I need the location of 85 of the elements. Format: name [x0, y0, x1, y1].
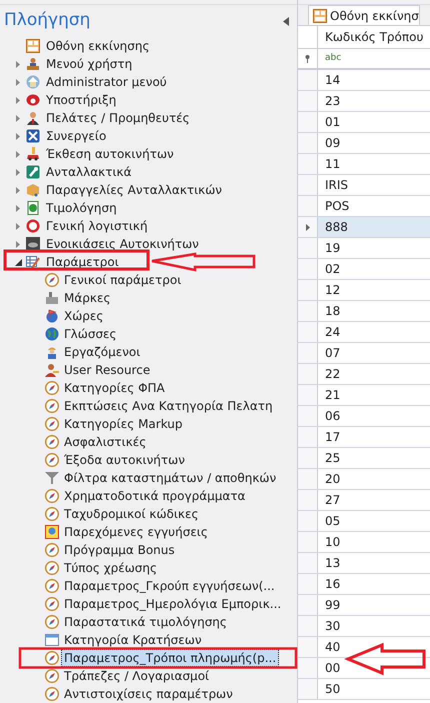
- phone-icon: [26, 93, 40, 107]
- tree-item[interactable]: Administrator μενού: [43, 73, 170, 91]
- compass-icon: [45, 543, 59, 557]
- car-thumbnail-icon: [26, 237, 40, 251]
- tree-item[interactable]: Τράπεζες / Λογαριασμοί: [61, 667, 212, 685]
- wrench-icon: [26, 165, 40, 179]
- compass-icon: [45, 435, 59, 449]
- compass-icon: [45, 669, 59, 683]
- collapse-arrow-icon[interactable]: [13, 257, 23, 267]
- house-icon: [26, 75, 40, 89]
- tree-item[interactable]: Φίλτρα καταστημάτων / αποθηκών: [61, 469, 280, 487]
- compass-icon: [45, 651, 59, 665]
- pin-icon: [305, 54, 310, 62]
- row-header[interactable]: [298, 217, 318, 237]
- panel-title: Πλοήγηση: [4, 9, 90, 32]
- table-cell[interactable]: 888: [318, 217, 430, 237]
- tree-item[interactable]: Κατηγορίες ΦΠΑ: [61, 379, 168, 397]
- compass-icon: [45, 273, 59, 287]
- tree-item[interactable]: Ασφαλιστικές: [61, 433, 150, 451]
- box-cart-icon: [26, 183, 40, 197]
- tree-item[interactable]: Οθόνη εκκίνησης: [43, 37, 153, 55]
- gl-badge-icon: [26, 219, 40, 233]
- compass-icon: [45, 381, 59, 395]
- dollar-icon: [26, 201, 40, 215]
- collapse-icon[interactable]: [283, 16, 289, 26]
- tree-item[interactable]: Συνεργείο: [43, 127, 110, 145]
- compass-icon: [45, 507, 59, 521]
- window-icon: [45, 633, 59, 647]
- tree-item[interactable]: Γενικοί παράμετροι: [61, 271, 184, 289]
- compass-icon: [45, 453, 59, 467]
- compass-icon: [45, 615, 59, 629]
- compass-icon: [45, 399, 59, 413]
- user-key-icon: [45, 363, 59, 377]
- globe-flag-icon: [45, 309, 59, 323]
- tree-item[interactable]: Παραστατικά τιμολόγησης: [61, 613, 230, 631]
- tree-item[interactable]: Μενού χρήστη: [43, 55, 136, 73]
- tree-item[interactable]: Παραμετρος_Τρόποι πληρωμής(p...: [61, 649, 280, 667]
- tree-item[interactable]: User Resource: [61, 361, 154, 379]
- document-tab[interactable]: Οθόνη εκκίνησ: [308, 5, 420, 25]
- compass-icon: [45, 561, 59, 575]
- tree-item[interactable]: Έκθεση αυτοκινήτων: [43, 145, 177, 163]
- tree-item[interactable]: Υποστήριξη: [43, 91, 120, 109]
- funnel-icon: [45, 471, 59, 485]
- tree-item[interactable]: Παρεχόμενες εγγυήσεις: [61, 523, 211, 541]
- table-pencil-icon: [26, 255, 40, 269]
- tree-item[interactable]: Γλώσσες: [61, 325, 120, 343]
- tree-item[interactable]: Παραγγελίες Ανταλλακτικών: [43, 181, 225, 199]
- layout-icon: [26, 39, 40, 53]
- worker-icon: [45, 345, 59, 359]
- tree-item[interactable]: Τιμολόγηση: [43, 199, 120, 217]
- tree-item[interactable]: Γενική λογιστική: [43, 217, 151, 235]
- tree-item[interactable]: Παραμετρος_Γκρούπ εγγυήσεων(...: [61, 577, 278, 595]
- tools-icon: [26, 129, 40, 143]
- person-at-desk-icon: [26, 57, 40, 71]
- tree-item[interactable]: Εκπτώσεις Ανα Κατηγορία Πελατη: [61, 397, 276, 415]
- certificate-icon: [45, 525, 59, 539]
- tree-item[interactable]: Παραμετρος_Ημερολόγια Εμπορικ...: [61, 595, 284, 613]
- tree-item[interactable]: Αντιστοιχίσεις παραμέτρων: [61, 685, 236, 703]
- tree-item[interactable]: Τύπος χρέωσης: [61, 559, 160, 577]
- compass-icon: [45, 417, 59, 431]
- tree-item[interactable]: Κατηγορίες Markup: [61, 415, 186, 433]
- compass-icon: [45, 687, 59, 701]
- compass-icon: [45, 597, 59, 611]
- car-icon: [26, 147, 40, 161]
- tree-item[interactable]: Χρηματοδοτικά προγράμματα: [61, 487, 248, 505]
- tree-item[interactable]: Εργαζόμενοι: [61, 343, 144, 361]
- current-row-icon: [306, 224, 310, 230]
- tree-item[interactable]: Έξοδα αυτοκινήτων: [61, 451, 188, 469]
- globe-icon: [45, 327, 59, 341]
- tree-item[interactable]: Ανταλλακτικά: [43, 163, 134, 181]
- tree-item[interactable]: Χώρες: [61, 307, 106, 325]
- tree-item[interactable]: Πελάτες / Προμηθευτές: [43, 109, 193, 127]
- tree-item[interactable]: Μάρκες: [61, 289, 114, 307]
- filter-field[interactable]: abc: [318, 49, 430, 68]
- tree-item[interactable]: Κατηγορία Κρατήσεων: [61, 631, 205, 649]
- layout-icon: [313, 8, 327, 22]
- tree-item[interactable]: Ενοικιάσεις Αυτοκινήτων: [43, 235, 202, 253]
- tree-item[interactable]: Πρόγραμμα Bonus: [61, 541, 178, 559]
- compass-icon: [45, 489, 59, 503]
- compass-icon: [45, 579, 59, 593]
- person-icon: [26, 111, 40, 125]
- column-header[interactable]: Κωδικός Τρόπου: [318, 26, 430, 48]
- tree-item[interactable]: Ταχυδρομικοί κώδικες: [61, 505, 202, 523]
- tree-item[interactable]: Παράμετροι: [43, 253, 122, 271]
- machine-icon: [45, 291, 59, 305]
